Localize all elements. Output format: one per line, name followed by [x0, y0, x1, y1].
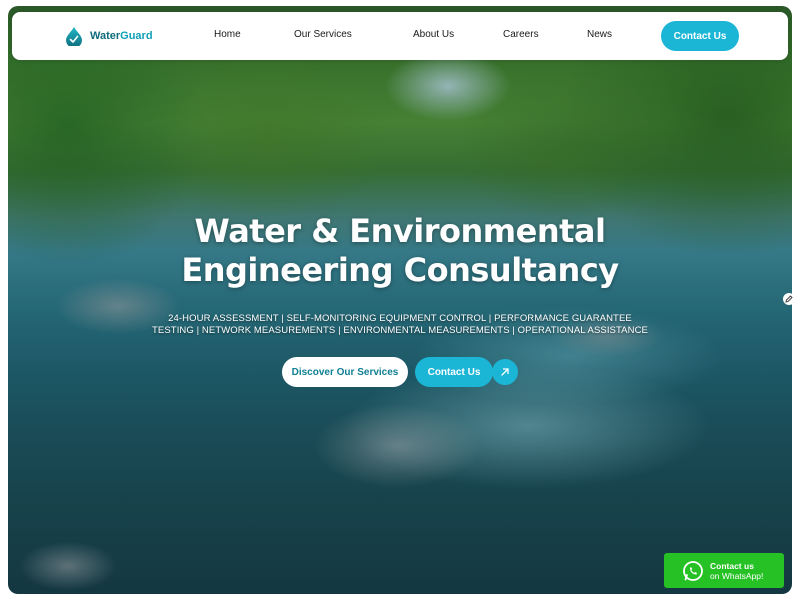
whatsapp-label-line1: Contact us	[710, 560, 754, 571]
brand-logo[interactable]: WaterGuard	[64, 26, 153, 48]
nav-about-us[interactable]: About Us	[413, 29, 454, 40]
hero-title: Water & Environmental Engineering Consul…	[0, 212, 800, 290]
nav-home[interactable]: Home	[214, 29, 241, 40]
hero-contact-button[interactable]: Contact Us	[415, 357, 493, 387]
nav-news[interactable]: News	[587, 29, 612, 40]
pencil-icon[interactable]	[783, 293, 795, 305]
hero-subtitle-line2: TESTING | NETWORK MEASUREMENTS | ENVIRON…	[152, 325, 648, 336]
hero-subtitle-line1: 24-HOUR ASSESSMENT | SELF-MONITORING EQU…	[168, 313, 632, 324]
hero-content: Water & Environmental Engineering Consul…	[0, 0, 800, 600]
hero-subtitle: 24-HOUR ASSESSMENT | SELF-MONITORING EQU…	[0, 313, 800, 337]
brand-name: WaterGuard	[90, 30, 153, 42]
discover-services-button[interactable]: Discover Our Services	[282, 357, 408, 387]
nav-our-services[interactable]: Our Services	[294, 29, 352, 40]
arrow-up-right-icon[interactable]	[492, 359, 518, 385]
nav-contact-button[interactable]: Contact Us	[661, 21, 739, 51]
nav-careers[interactable]: Careers	[503, 29, 539, 40]
top-navbar: WaterGuard Home Our Services About Us Ca…	[12, 12, 788, 60]
hero-title-line2: Engineering Consultancy	[181, 251, 619, 289]
whatsapp-label-line2: on WhatsApp!	[710, 570, 764, 581]
whatsapp-icon	[682, 560, 704, 582]
whatsapp-label: Contact us on WhatsApp!	[710, 561, 763, 581]
hero-title-line1: Water & Environmental	[194, 212, 606, 250]
whatsapp-contact-button[interactable]: Contact us on WhatsApp!	[664, 553, 784, 588]
water-drop-check-icon	[64, 26, 84, 48]
